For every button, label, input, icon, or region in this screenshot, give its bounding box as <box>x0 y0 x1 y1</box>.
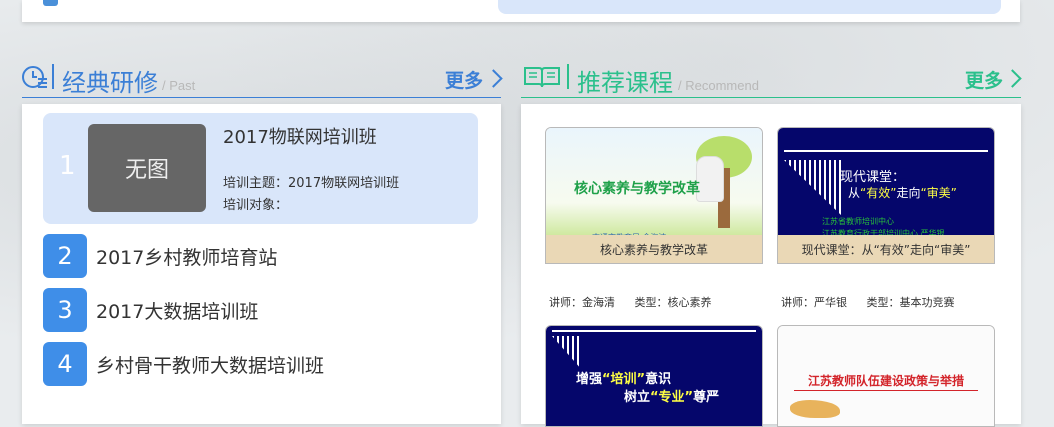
header-divider <box>567 64 569 89</box>
training-title[interactable]: 2017乡村教师培育站 <box>96 243 277 270</box>
cover-title: 核心素养与教学改革 <box>574 181 700 197</box>
children-illustration <box>696 156 724 202</box>
training-topic: 培训主题：2017物联网培训班 <box>223 176 400 191</box>
cover-artwork: 增强“培训”意识 树立“专业”尊严 <box>546 326 762 426</box>
rank-badge: 4 <box>43 342 87 386</box>
cover-title: 增强“培训”意识 <box>576 372 672 387</box>
top-badge-remnant <box>43 0 58 6</box>
course-caption[interactable]: 现代课堂：从“有效”走向“审美” <box>778 235 994 263</box>
course-type: 类型：核心素养 <box>634 296 712 309</box>
course-cover[interactable]: 核心素养与教学改革 南通市教育局 金海清 核心素养与教学改革 <box>545 127 763 264</box>
clock-list-icon <box>22 66 47 88</box>
more-link[interactable]: 更多 <box>445 66 483 93</box>
chevron-right-icon[interactable] <box>1003 69 1022 88</box>
top-highlight-remnant <box>498 0 1001 14</box>
cover-title: 江苏教师队伍建设政策与举措 <box>808 374 965 388</box>
course-caption[interactable]: 核心素养与教学改革 <box>546 235 762 263</box>
cover-subtitle: 从“有效”走向“审美” <box>848 186 957 200</box>
classic-training-panel: 1 无图 2017物联网培训班 培训主题：2017物联网培训班 培训对象： 2 … <box>22 104 501 424</box>
rank-badge: 3 <box>43 288 87 332</box>
training-title[interactable]: 2017大数据培训班 <box>96 297 258 324</box>
chevron-right-icon[interactable] <box>484 69 503 88</box>
training-title[interactable]: 2017物联网培训班 <box>223 123 377 149</box>
course-lecturer: 讲师：金海清 <box>549 296 615 309</box>
cover-rule <box>794 390 978 391</box>
training-audience: 培训对象： <box>223 198 289 213</box>
section-title: 推荐课程 <box>577 69 673 97</box>
more-link[interactable]: 更多 <box>965 66 1003 93</box>
cover-subtitle: 树立“专业”尊严 <box>624 390 720 405</box>
header-divider <box>52 64 54 89</box>
cover-artwork: 现代课堂： 从“有效”走向“审美” 江苏省教师培训中心 江苏教育行政干部培训中心 … <box>778 128 994 238</box>
course-lecturer: 讲师：严华银 <box>781 296 847 309</box>
cover-rule <box>784 150 988 152</box>
cover-artwork: 江苏教师队伍建设政策与举措 <box>778 326 994 426</box>
cover-artwork: 核心素养与教学改革 南通市教育局 金海清 <box>546 128 762 242</box>
cover-title: 现代课堂： <box>840 170 906 185</box>
classic-training-header: 经典研修 / Past 更多 <box>22 60 503 98</box>
section-subtitle: / Past <box>162 78 196 93</box>
cover-rule <box>552 330 756 332</box>
recommended-courses-header: 推荐课程 / Recommend 更多 <box>521 60 1022 98</box>
featured-training-item[interactable]: 1 无图 2017物联网培训班 培训主题：2017物联网培训班 培训对象： <box>43 113 478 224</box>
thumbnail-placeholder[interactable]: 无图 <box>88 124 206 212</box>
open-book-icon <box>524 67 560 88</box>
map-illustration <box>790 400 840 418</box>
course-card[interactable]: 核心素养与教学改革 南通市教育局 金海清 核心素养与教学改革 讲师：金海清 类型… <box>545 127 763 309</box>
training-title[interactable]: 乡村骨干教师大数据培训班 <box>96 351 324 378</box>
section-subtitle: / Recommend <box>678 78 759 93</box>
course-card[interactable]: 现代课堂： 从“有效”走向“审美” 江苏省教师培训中心 江苏教育行政干部培训中心 … <box>777 127 995 309</box>
cover-stripes <box>784 160 842 216</box>
course-type: 类型：基本功竞赛 <box>866 296 955 309</box>
section-title: 经典研修 <box>62 69 158 97</box>
course-meta: 讲师：严华银 类型：基本功竞赛 <box>781 294 971 310</box>
top-card-remnant <box>22 0 1020 22</box>
rank-number: 1 <box>59 151 76 181</box>
header-underline <box>521 97 1021 98</box>
course-cover[interactable]: 现代课堂： 从“有效”走向“审美” 江苏省教师培训中心 江苏教育行政干部培训中心 … <box>777 127 995 264</box>
recommended-courses-panel: 核心素养与教学改革 南通市教育局 金海清 核心素养与教学改革 讲师：金海清 类型… <box>521 104 1021 427</box>
header-underline <box>22 97 501 98</box>
course-meta: 讲师：金海清 类型：核心素养 <box>549 294 728 310</box>
rank-badge: 2 <box>43 234 87 278</box>
cover-stripes <box>552 336 582 370</box>
